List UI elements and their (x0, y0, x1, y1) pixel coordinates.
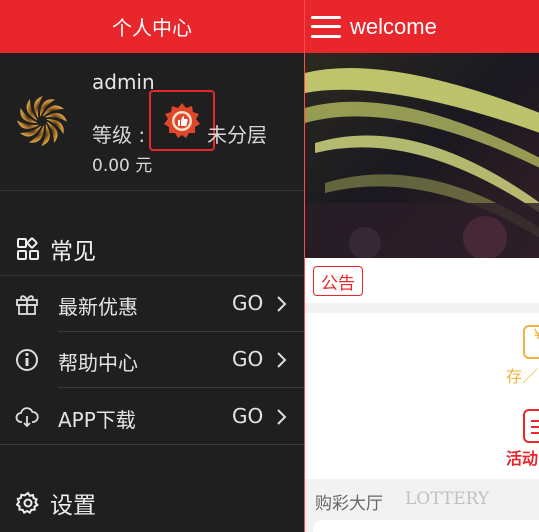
section-settings[interactable]: 设置 (0, 476, 304, 530)
side-drawer: 个人中心 admin 等级: 未分层 0.00 元 常见 最新优惠 GO 帮助… (0, 0, 304, 532)
lottery-card[interactable] (313, 520, 539, 532)
drawer-header: 个人中心 (0, 0, 304, 53)
balance: 0.00 元 (92, 156, 153, 176)
banner-image[interactable] (305, 53, 539, 258)
level-badge[interactable] (149, 90, 215, 151)
quick-label-deposit[interactable]: 存／ (506, 363, 538, 387)
menu-item-label: 最新优惠 (58, 295, 138, 319)
menu-item-promotions[interactable]: 最新优惠 GO (0, 276, 304, 332)
quick-label-activity[interactable]: 活动 (506, 445, 538, 469)
menu-item-label: APP下载 (58, 408, 136, 432)
lottery-title-en: LOTTERY (405, 489, 490, 509)
level-value: 未分层 (207, 123, 267, 147)
page-title: welcome (350, 13, 437, 39)
section-common-label: 常见 (50, 238, 96, 265)
gift-icon (15, 292, 39, 316)
divider (0, 444, 304, 445)
go-link[interactable]: GO (232, 291, 263, 315)
avatar[interactable] (14, 93, 70, 149)
profile-card: admin 等级 : 未分层 0.00 元 (0, 53, 304, 191)
lottery-title: 购彩大厅 (315, 494, 383, 514)
quick-actions-panel: ¥ 存／ 活动 (305, 313, 539, 479)
menu-item-help[interactable]: 帮助中心 GO (0, 332, 304, 388)
info-icon (15, 348, 39, 372)
chevron-right-icon (276, 408, 288, 426)
chevron-right-icon (276, 351, 288, 369)
username: admin (92, 70, 155, 94)
section-settings-label: 设置 (50, 493, 96, 519)
section-common: 常见 (0, 222, 304, 276)
top-bar: welcome (305, 0, 539, 53)
grid-apps-icon (16, 236, 40, 261)
notice-bar[interactable]: 公告 (305, 258, 539, 303)
hamburger-menu-icon[interactable] (311, 15, 341, 38)
lottery-section-header: 购彩大厅 LOTTERY (305, 479, 539, 519)
thumbs-up-badge-icon (164, 102, 200, 138)
menu-item-app-download[interactable]: APP下载 GO (0, 389, 304, 445)
drawer-title: 个人中心 (112, 16, 192, 40)
menu-item-label: 帮助中心 (58, 351, 138, 375)
divider (58, 387, 304, 388)
yen-wallet-icon[interactable]: ¥ (523, 325, 539, 359)
go-link[interactable]: GO (232, 404, 263, 428)
go-link[interactable]: GO (232, 347, 263, 371)
notice-tag: 公告 (313, 266, 363, 296)
cloud-download-icon (15, 405, 39, 429)
activity-icon[interactable] (523, 409, 539, 443)
gear-icon (16, 491, 40, 515)
level-label: 等级 : (92, 123, 146, 147)
chevron-right-icon (276, 295, 288, 313)
main-page: welcome 公告 ¥ 存／ (304, 0, 539, 532)
